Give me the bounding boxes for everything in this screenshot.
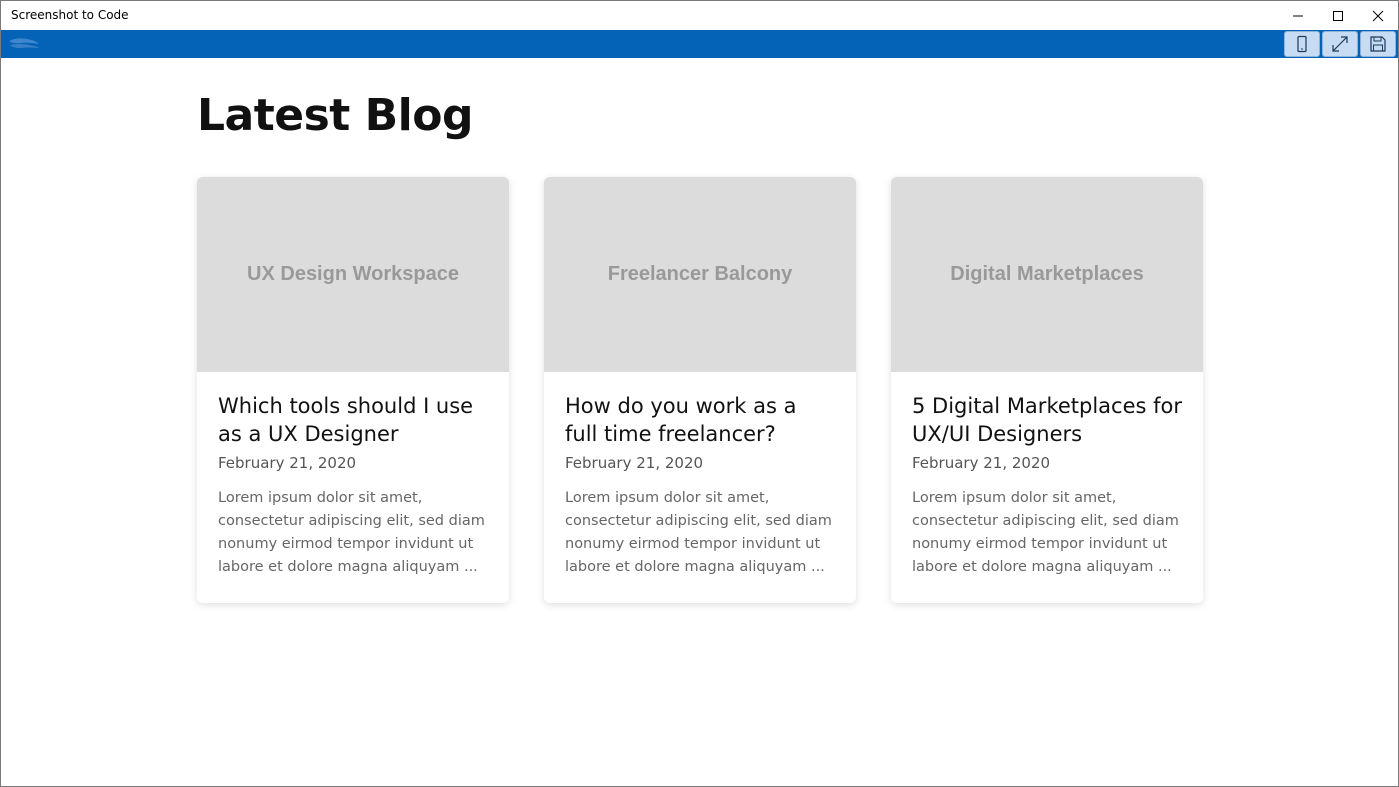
app-logo-icon bbox=[9, 38, 39, 48]
card-title[interactable]: How do you work as a full time freelance… bbox=[565, 392, 835, 448]
maximize-icon bbox=[1333, 10, 1343, 21]
save-icon bbox=[1370, 36, 1386, 52]
card-image-label: Digital Marketplaces bbox=[950, 263, 1144, 285]
blog-card[interactable]: Digital Marketplaces 5 Digital Marketpla… bbox=[891, 177, 1203, 603]
card-image-placeholder: Freelancer Balcony bbox=[544, 177, 856, 372]
card-body: 5 Digital Marketplaces for UX/UI Designe… bbox=[891, 372, 1203, 579]
fullscreen-button[interactable] bbox=[1322, 31, 1358, 57]
card-date: February 21, 2020 bbox=[565, 454, 704, 472]
maximize-button[interactable] bbox=[1318, 1, 1358, 30]
card-image-placeholder: UX Design Workspace bbox=[197, 177, 509, 372]
blog-card[interactable]: Freelancer Balcony How do you work as a … bbox=[544, 177, 856, 603]
card-body: How do you work as a full time freelance… bbox=[544, 372, 856, 579]
card-image-label: UX Design Workspace bbox=[247, 263, 459, 285]
toolbar-buttons bbox=[1284, 31, 1396, 57]
phone-icon bbox=[1297, 35, 1307, 53]
minimize-button[interactable] bbox=[1278, 1, 1318, 30]
app-toolbar bbox=[1, 30, 1398, 58]
card-date: February 21, 2020 bbox=[912, 454, 1051, 472]
card-date: February 21, 2020 bbox=[218, 454, 357, 472]
card-excerpt: Lorem ipsum dolor sit amet, consectetur … bbox=[218, 490, 485, 575]
mobile-view-button[interactable] bbox=[1284, 31, 1320, 57]
card-title[interactable]: 5 Digital Marketplaces for UX/UI Designe… bbox=[912, 392, 1182, 448]
card-title[interactable]: Which tools should I use as a UX Designe… bbox=[218, 392, 488, 448]
title-bar[interactable]: Screenshot to Code bbox=[1, 1, 1398, 30]
close-icon bbox=[1372, 10, 1384, 21]
card-image-label: Freelancer Balcony bbox=[607, 263, 793, 285]
card-image-placeholder: Digital Marketplaces bbox=[891, 177, 1203, 372]
save-button[interactable] bbox=[1360, 31, 1396, 57]
window-title: Screenshot to Code bbox=[11, 8, 129, 22]
close-button[interactable] bbox=[1358, 1, 1398, 30]
page-title: Latest Blog bbox=[197, 90, 474, 141]
app-window: Screenshot to Code Latest Blog UX Design… bbox=[0, 0, 1399, 787]
blog-card[interactable]: UX Design Workspace Which tools should I… bbox=[197, 177, 509, 603]
card-body: Which tools should I use as a UX Designe… bbox=[197, 372, 509, 579]
window-controls bbox=[1278, 1, 1398, 30]
page-content: Latest Blog UX Design Workspace Which to… bbox=[1, 58, 1398, 786]
card-excerpt: Lorem ipsum dolor sit amet, consectetur … bbox=[912, 490, 1179, 575]
minimize-icon bbox=[1293, 15, 1303, 16]
expand-icon bbox=[1332, 36, 1348, 52]
blog-card-list: UX Design Workspace Which tools should I… bbox=[197, 177, 1203, 603]
card-excerpt: Lorem ipsum dolor sit amet, consectetur … bbox=[565, 490, 832, 575]
